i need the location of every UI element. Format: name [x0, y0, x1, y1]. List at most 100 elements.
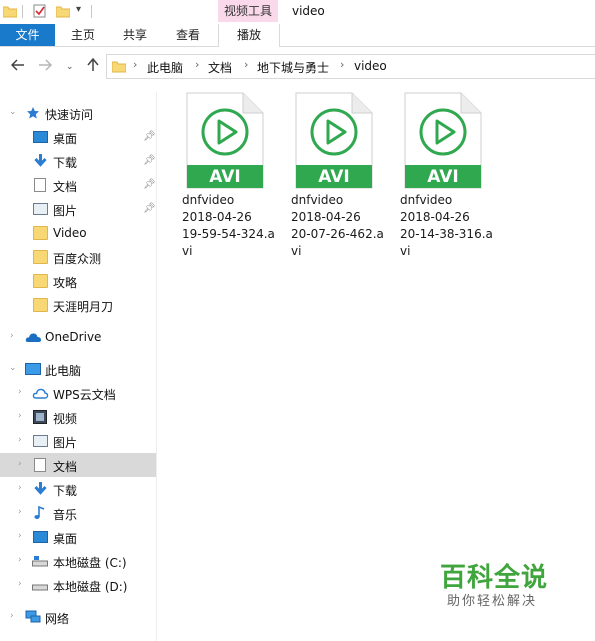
nav-item-tianya[interactable]: 天涯明月刀 [0, 293, 156, 317]
nav-item-music[interactable]: › 音乐 [0, 501, 156, 525]
folder-icon [33, 298, 48, 312]
pin-icon[interactable]: 📌︎ [143, 155, 156, 166]
nav-item-downloads[interactable]: 下载 📌︎ [0, 149, 156, 173]
breadcrumb-video[interactable]: video [354, 59, 387, 73]
network-icon [25, 610, 41, 624]
forward-arrow-icon[interactable] [38, 59, 53, 74]
nav-item-drive-c[interactable]: › 本地磁盘 (C:) [0, 549, 156, 573]
file-item[interactable]: AVI dnfvideo 2018-04-26 20-07-26-462.a v… [291, 92, 391, 262]
window-title: video [292, 4, 325, 18]
nav-label: 网络 [45, 612, 70, 626]
breadcrumb-separator[interactable]: › [244, 58, 248, 71]
nav-item-pc-downloads[interactable]: › 下载 [0, 477, 156, 501]
watermark-title: 百科全说 [440, 563, 549, 593]
nav-item-wps-cloud[interactable]: › WPS云文档 [0, 381, 156, 405]
nav-item-pictures[interactable]: 图片 📌︎ [0, 197, 156, 221]
nav-item-videos[interactable]: › 视频 [0, 405, 156, 429]
nav-label: 桌面 [53, 532, 78, 546]
chevron-right-icon[interactable]: › [18, 555, 22, 565]
customize-toolbar-icon[interactable]: ▾ [76, 4, 81, 15]
chevron-down-icon[interactable]: ⌄ [9, 107, 17, 117]
tab-share[interactable]: 共享 [110, 24, 160, 46]
nav-item-pc-documents[interactable]: › 文档 [0, 453, 156, 477]
nav-label: 音乐 [53, 508, 78, 522]
nav-item-desktop[interactable]: 桌面 📌︎ [0, 125, 156, 149]
nav-network[interactable]: › 网络 [0, 605, 156, 629]
breadcrumb-separator[interactable]: › [133, 58, 137, 71]
tab-file[interactable]: 文件 [0, 24, 55, 46]
chevron-right-icon[interactable]: › [10, 331, 14, 341]
file-type-badge: AVI [318, 167, 350, 187]
chevron-down-icon[interactable]: ⌄ [9, 363, 17, 373]
pin-icon[interactable]: 📌︎ [143, 131, 156, 142]
nav-item-pc-pictures[interactable]: › 图片 [0, 429, 156, 453]
chevron-right-icon[interactable]: › [18, 387, 22, 397]
properties-icon[interactable] [33, 4, 47, 18]
chevron-right-icon[interactable]: › [18, 411, 22, 421]
nav-item-video-folder[interactable]: Video [0, 221, 156, 245]
tab-home[interactable]: 主页 [58, 24, 108, 46]
file-type-badge: AVI [427, 167, 459, 187]
star-icon [26, 106, 41, 120]
desktop-icon [33, 531, 48, 543]
chevron-right-icon[interactable]: › [10, 611, 14, 621]
nav-label: 快速访问 [45, 108, 94, 122]
nav-label: 视频 [53, 412, 78, 426]
nav-label: 此电脑 [45, 364, 82, 378]
onedrive-icon [25, 330, 42, 344]
chevron-right-icon[interactable]: › [18, 531, 22, 541]
tab-play[interactable]: 播放 [218, 24, 280, 47]
file-item[interactable]: AVI dnfvideo 2018-04-26 20-14-38-316.a v… [400, 92, 500, 262]
breadcrumb-separator[interactable]: › [195, 58, 199, 71]
nav-item-drive-d[interactable]: › 本地磁盘 (D:) [0, 573, 156, 597]
address-bar[interactable]: › 此电脑 › 文档 › 地下城与勇士 › video [106, 54, 595, 79]
chevron-right-icon[interactable]: › [18, 579, 22, 589]
chevron-right-icon[interactable]: › [18, 483, 22, 493]
nav-item-guides[interactable]: 攻略 [0, 269, 156, 293]
back-arrow-icon[interactable] [10, 59, 25, 74]
folder-icon [33, 250, 48, 264]
breadcrumb-dnf[interactable]: 地下城与勇士 [257, 59, 329, 76]
nav-quick-access[interactable]: ⌄ 快速访问 [0, 101, 156, 125]
pane-divider[interactable] [156, 92, 157, 641]
new-folder-icon[interactable] [55, 4, 71, 18]
nav-label: 本地磁盘 (D:) [53, 580, 128, 594]
watermark-subtitle: 助你轻松解决 [447, 594, 538, 609]
tab-view[interactable]: 查看 [163, 24, 213, 46]
desktop-icon [33, 131, 48, 143]
navigation-pane: ⌄ 快速访问 桌面 📌︎ 下载 📌︎ 文档 📌︎ 图片 📌︎ Video 百度众… [0, 92, 156, 641]
nav-item-documents[interactable]: 文档 📌︎ [0, 173, 156, 197]
folder-icon[interactable] [2, 4, 18, 18]
pin-icon[interactable]: 📌︎ [143, 179, 156, 190]
download-icon [33, 482, 48, 496]
chevron-right-icon[interactable]: › [18, 507, 22, 517]
drive-icon [32, 554, 48, 568]
nav-onedrive[interactable]: › OneDrive [0, 325, 156, 349]
chevron-right-icon[interactable]: › [18, 435, 22, 445]
drive-icon [32, 578, 48, 592]
file-item[interactable]: AVI dnfvideo 2018-04-26 19-59-54-324.a v… [182, 92, 282, 262]
breadcrumb-separator[interactable]: › [340, 58, 344, 71]
nav-this-pc[interactable]: ⌄ 此电脑 [0, 357, 156, 381]
pictures-icon [33, 203, 48, 215]
folder-icon [33, 274, 48, 288]
file-name: dnfvideo 2018-04-26 20-07-26-462.a vi [291, 193, 384, 258]
pin-icon[interactable]: 📌︎ [143, 203, 156, 214]
up-arrow-icon[interactable] [87, 57, 99, 75]
nav-label: 图片 [53, 204, 78, 218]
chevron-right-icon[interactable]: › [18, 459, 22, 469]
recent-locations-icon[interactable]: ⌄ [66, 60, 74, 74]
music-icon [33, 505, 48, 520]
nav-item-baidu[interactable]: 百度众测 [0, 245, 156, 269]
nav-item-pc-desktop[interactable]: › 桌面 [0, 525, 156, 549]
nav-label: 百度众测 [53, 252, 102, 266]
document-icon [34, 178, 46, 192]
nav-label: 图片 [53, 436, 78, 450]
nav-label: 文档 [53, 460, 78, 474]
breadcrumb-documents[interactable]: 文档 [208, 59, 232, 76]
breadcrumb-this-pc[interactable]: 此电脑 [147, 59, 183, 76]
download-icon [33, 154, 48, 168]
title-bar: ▾ 视频工具 video [0, 0, 595, 24]
file-type-badge: AVI [209, 167, 241, 187]
computer-icon [25, 363, 41, 375]
